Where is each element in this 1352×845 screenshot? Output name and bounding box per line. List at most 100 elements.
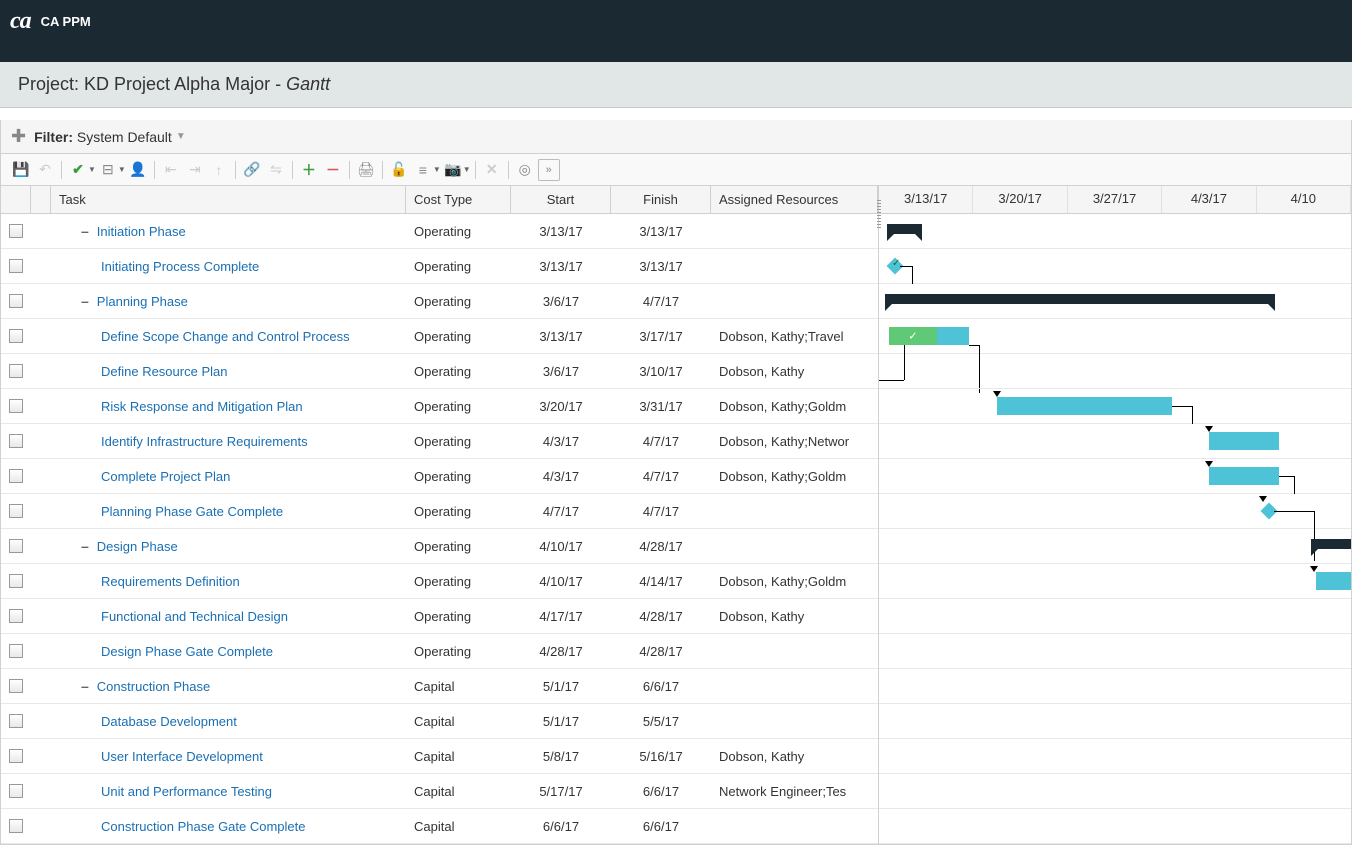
settings-icon[interactable]: ≡ (412, 159, 434, 181)
lock-icon[interactable]: 🔓 (388, 159, 410, 181)
table-row[interactable]: Functional and Technical DesignOperating… (1, 599, 878, 634)
table-row[interactable]: Unit and Performance TestingCapital5/17/… (1, 774, 878, 809)
gantt-task-bar[interactable] (1209, 432, 1279, 450)
remove-task-icon[interactable]: － (322, 159, 344, 181)
task-link[interactable]: Requirements Definition (101, 574, 240, 589)
task-link[interactable]: Unit and Performance Testing (101, 784, 272, 799)
camera-caret-icon[interactable]: ▼ (463, 165, 471, 174)
row-checkbox[interactable] (9, 364, 23, 378)
task-link[interactable]: Functional and Technical Design (101, 609, 288, 624)
undo-icon[interactable]: ↶ (34, 159, 56, 181)
task-link[interactable]: Identify Infrastructure Requirements (101, 434, 308, 449)
row-checkbox[interactable] (9, 294, 23, 308)
gantt-task-bar[interactable] (1209, 467, 1279, 485)
link-icon[interactable]: 🔗 (241, 159, 263, 181)
collapse-icon[interactable]: – (81, 293, 89, 309)
table-row[interactable]: Initiating Process CompleteOperating3/13… (1, 249, 878, 284)
task-link[interactable]: Planning Phase Gate Complete (101, 504, 283, 519)
timeline-row (879, 249, 1351, 284)
check-icon[interactable]: ✔ (67, 159, 89, 181)
col-start[interactable]: Start (511, 186, 611, 213)
task-link[interactable]: Define Scope Change and Control Process (101, 329, 350, 344)
table-row[interactable]: User Interface DevelopmentCapital5/8/175… (1, 739, 878, 774)
row-checkbox[interactable] (9, 679, 23, 693)
row-checkbox[interactable] (9, 784, 23, 798)
row-checkbox[interactable] (9, 469, 23, 483)
filter-value[interactable]: System Default (77, 129, 172, 145)
row-checkbox[interactable] (9, 434, 23, 448)
task-link[interactable]: Design Phase Gate Complete (101, 644, 273, 659)
col-assigned[interactable]: Assigned Resources (711, 186, 878, 213)
row-checkbox[interactable] (9, 329, 23, 343)
task-link[interactable]: User Interface Development (101, 749, 263, 764)
row-checkbox[interactable] (9, 224, 23, 238)
row-checkbox[interactable] (9, 399, 23, 413)
col-cost[interactable]: Cost Type (406, 186, 511, 213)
table-row[interactable]: –Planning PhaseOperating3/6/174/7/17 (1, 284, 878, 319)
table-row[interactable]: Identify Infrastructure RequirementsOper… (1, 424, 878, 459)
table-row[interactable]: Planning Phase Gate CompleteOperating4/7… (1, 494, 878, 529)
row-checkbox[interactable] (9, 539, 23, 553)
check-caret-icon[interactable]: ▼ (88, 165, 96, 174)
collapse-icon[interactable]: – (81, 678, 89, 694)
print-icon[interactable]: 🖨 (355, 159, 377, 181)
table-row[interactable]: –Initiation PhaseOperating3/13/173/13/17 (1, 214, 878, 249)
table-row[interactable]: Design Phase Gate CompleteOperating4/28/… (1, 634, 878, 669)
splitter-handle-icon[interactable] (877, 200, 881, 230)
table-row[interactable]: Define Scope Change and Control ProcessO… (1, 319, 878, 354)
col-task[interactable]: Task (51, 186, 406, 213)
gantt-summary-bar[interactable] (1311, 539, 1351, 549)
resource-icon[interactable]: 👤 (127, 159, 149, 181)
save-icon[interactable]: 💾 (10, 159, 32, 181)
row-checkbox[interactable] (9, 819, 23, 833)
add-task-icon[interactable]: ＋ (298, 159, 320, 181)
gantt-summary-bar[interactable] (887, 224, 922, 234)
row-checkbox[interactable] (9, 574, 23, 588)
gantt-task-bar[interactable] (889, 327, 969, 345)
delete-icon[interactable]: ✕ (481, 159, 503, 181)
gantt-task-bar[interactable] (997, 397, 1172, 415)
unlink-icon[interactable]: ⇋ (265, 159, 287, 181)
task-link[interactable]: Construction Phase (97, 679, 210, 694)
table-row[interactable]: Risk Response and Mitigation PlanOperati… (1, 389, 878, 424)
task-link[interactable]: Design Phase (97, 539, 178, 554)
target-icon[interactable]: ◎ (514, 159, 536, 181)
row-checkbox[interactable] (9, 609, 23, 623)
up-icon[interactable]: ↑ (208, 159, 230, 181)
row-checkbox[interactable] (9, 644, 23, 658)
table-row[interactable]: Define Resource PlanOperating3/6/173/10/… (1, 354, 878, 389)
gantt-summary-bar[interactable] (885, 294, 1275, 304)
row-checkbox[interactable] (9, 504, 23, 518)
wbs-caret-icon[interactable]: ▼ (118, 165, 126, 174)
table-row[interactable]: Database DevelopmentCapital5/1/175/5/17 (1, 704, 878, 739)
splitter[interactable] (876, 186, 882, 844)
add-filter-icon[interactable]: ✚ (11, 126, 26, 147)
table-row[interactable]: –Design PhaseOperating4/10/174/28/17 (1, 529, 878, 564)
task-link[interactable]: Complete Project Plan (101, 469, 230, 484)
row-checkbox[interactable] (9, 714, 23, 728)
task-link[interactable]: Risk Response and Mitigation Plan (101, 399, 303, 414)
settings-caret-icon[interactable]: ▼ (433, 165, 441, 174)
gantt-task-bar[interactable] (1316, 572, 1351, 590)
more-icon[interactable]: » (538, 159, 560, 181)
task-link[interactable]: Initiation Phase (97, 224, 186, 239)
task-link[interactable]: Construction Phase Gate Complete (101, 819, 306, 834)
col-finish[interactable]: Finish (611, 186, 711, 213)
table-row[interactable]: Construction Phase Gate CompleteCapital6… (1, 809, 878, 844)
collapse-icon[interactable]: – (81, 538, 89, 554)
task-link[interactable]: Initiating Process Complete (101, 259, 259, 274)
filter-caret-icon[interactable]: ▼ (176, 131, 186, 142)
table-row[interactable]: Complete Project PlanOperating4/3/174/7/… (1, 459, 878, 494)
table-row[interactable]: –Construction PhaseCapital5/1/176/6/17 (1, 669, 878, 704)
indent-icon[interactable]: ⇥ (184, 159, 206, 181)
outdent-icon[interactable]: ⇤ (160, 159, 182, 181)
camera-icon[interactable]: 📷 (442, 159, 464, 181)
collapse-icon[interactable]: – (81, 223, 89, 239)
row-checkbox[interactable] (9, 749, 23, 763)
table-row[interactable]: Requirements DefinitionOperating4/10/174… (1, 564, 878, 599)
task-link[interactable]: Database Development (101, 714, 237, 729)
wbs-icon[interactable]: ⊟ (97, 159, 119, 181)
task-link[interactable]: Planning Phase (97, 294, 188, 309)
task-link[interactable]: Define Resource Plan (101, 364, 227, 379)
row-checkbox[interactable] (9, 259, 23, 273)
